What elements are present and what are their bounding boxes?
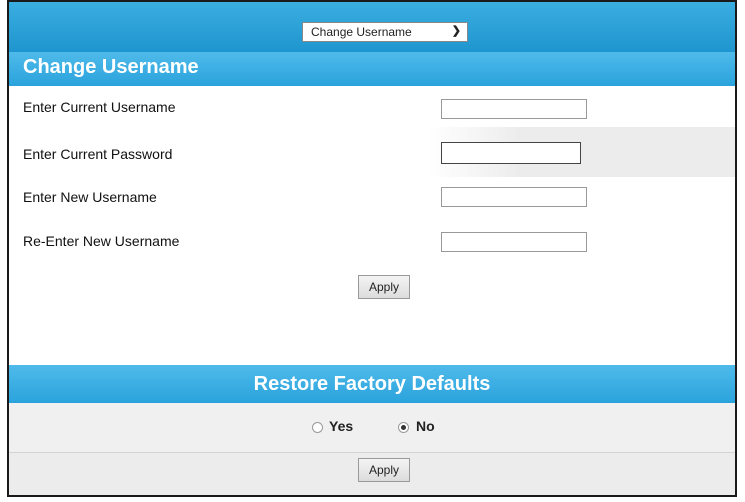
restore-yes-label: Yes xyxy=(329,418,354,434)
chevron-down-icon: ❯ xyxy=(451,25,461,37)
new-username-field[interactable] xyxy=(441,187,587,207)
restore-yes-radio[interactable] xyxy=(312,422,323,433)
reenter-username-field[interactable] xyxy=(441,232,587,252)
settings-panel: Change Username ❯ Change Username Enter … xyxy=(7,0,737,497)
current-username-label: Enter Current Username xyxy=(23,99,176,115)
reenter-username-label: Re-Enter New Username xyxy=(23,233,180,249)
restore-title: Restore Factory Defaults xyxy=(253,373,491,395)
top-bar: Change Username ❯ xyxy=(9,2,735,52)
current-password-field[interactable] xyxy=(441,142,581,164)
restore-no-label: No xyxy=(416,418,435,434)
section-title: Change Username xyxy=(23,56,199,78)
current-password-label: Enter Current Password xyxy=(23,146,173,162)
page-select-value: Change Username xyxy=(311,25,412,39)
restore-no-radio[interactable] xyxy=(398,422,409,433)
new-username-label: Enter New Username xyxy=(23,189,157,205)
restore-apply-row: Apply xyxy=(9,453,735,495)
restore-defaults-header: Restore Factory Defaults xyxy=(9,365,735,403)
restore-apply-button[interactable]: Apply xyxy=(358,458,410,482)
page-select-dropdown[interactable]: Change Username ❯ xyxy=(302,22,468,42)
change-username-apply-button[interactable]: Apply xyxy=(358,275,410,299)
restore-options-row: Yes No xyxy=(9,403,735,453)
current-username-field[interactable] xyxy=(441,99,587,119)
change-username-header: Change Username xyxy=(9,52,735,86)
